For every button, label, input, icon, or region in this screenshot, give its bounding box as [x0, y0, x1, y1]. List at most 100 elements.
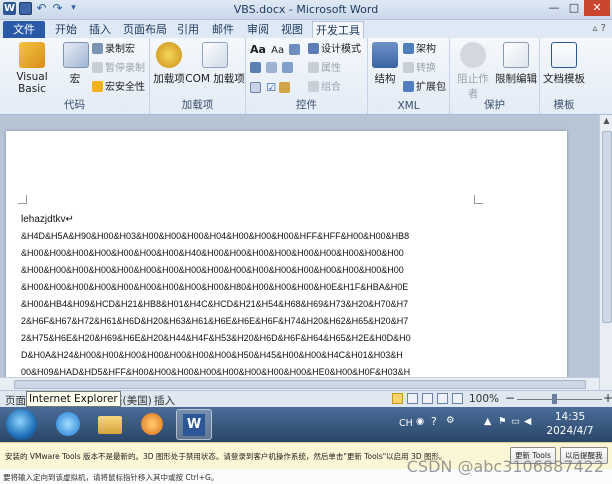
print-layout-view-icon[interactable] — [392, 393, 403, 404]
macro-security-button[interactable]: 宏安全性 — [92, 80, 145, 95]
schema-button[interactable]: 架构 — [403, 42, 436, 57]
show-hidden-icons-icon[interactable]: ▲ — [484, 416, 491, 427]
zoom-in-button[interactable]: + — [603, 391, 612, 405]
group-xml: 结构 架构 转换 扩展包 XML — [368, 38, 450, 114]
warning-icon — [92, 81, 103, 92]
document-line: &H00&H00&H00&H00&H00&H00&H00&H40&H00&H00… — [21, 248, 404, 258]
legacy-controls-row[interactable]: ☑ — [250, 80, 292, 95]
design-mode-button[interactable]: 设计模式 — [308, 42, 361, 57]
tab-references[interactable]: 引用 — [174, 21, 202, 38]
file-explorer-taskbar-icon[interactable] — [92, 409, 128, 440]
settings-tray-icon[interactable]: ⚙ — [446, 415, 455, 426]
structure-icon — [372, 42, 398, 68]
zoom-out-button[interactable]: − — [505, 391, 515, 405]
document-line: &H00&H00&H00&H00&H00&H00&H00&H00&H00&H00… — [21, 265, 404, 275]
tab-home[interactable]: 开始 — [52, 21, 80, 38]
content-controls-row[interactable] — [250, 61, 295, 76]
web-layout-view-icon[interactable] — [422, 393, 433, 404]
pause-recording-button[interactable]: 暂停录制 — [92, 61, 145, 76]
draft-view-icon[interactable] — [452, 393, 463, 404]
tab-view[interactable]: 视图 — [278, 21, 306, 38]
tab-insert[interactable]: 插入 — [86, 21, 114, 38]
minimize-button[interactable]: — — [544, 0, 564, 16]
clock-time: 14:35 — [554, 411, 586, 423]
properties-icon — [308, 62, 319, 73]
ribbon: Visual Basic 宏 录制宏 暂停录制 宏安全性 代码 加载项 COM … — [0, 38, 612, 115]
document-line: &H4D&H5A&H90&H00&H03&H00&H00&H00&H04&H00… — [21, 231, 410, 241]
help-icon[interactable]: ▵ ? — [592, 23, 606, 34]
internet-explorer-taskbar-icon[interactable] — [50, 409, 86, 440]
title-bar: W ↶ ↷ ▾ VBS.docx - Microsoft Word — □ ✕ — [0, 0, 612, 20]
internet-explorer-icon — [56, 412, 80, 436]
building-block-icon — [250, 62, 261, 73]
group-label-controls: 控件 — [296, 99, 317, 111]
pause-icon — [92, 62, 103, 73]
expansion-pack-icon — [403, 81, 414, 92]
insert-mode-indicator[interactable]: 插入 — [154, 393, 175, 408]
rich-text-control-icon: Aa — [250, 43, 266, 56]
media-player-taskbar-icon[interactable] — [134, 409, 170, 440]
vertical-scrollbar[interactable]: ▲ — [599, 115, 612, 392]
group-label-templates: 模板 — [553, 99, 575, 111]
properties-button[interactable]: 属性 — [308, 61, 341, 76]
window-controls: — □ ✕ — [544, 0, 610, 16]
group-button[interactable]: 组合 — [308, 80, 341, 95]
document-template-icon — [551, 42, 577, 68]
com-addins-button[interactable]: COM 加载项 — [185, 42, 245, 86]
record-macro-button[interactable]: 录制宏 — [92, 42, 135, 57]
visual-basic-button[interactable]: Visual Basic — [3, 42, 61, 95]
zoom-level[interactable]: 100% — [469, 393, 499, 405]
structure-button[interactable]: 结构 — [371, 42, 399, 86]
action-center-icon[interactable]: ⚑ — [498, 416, 507, 427]
document-line: &H00&HB4&H09&HCD&H21&HB8&H01&H4C&HCD&H21… — [21, 299, 409, 309]
window-title: VBS.docx - Microsoft Word — [233, 3, 379, 16]
block-authors-button[interactable]: 阻止作者 — [453, 42, 493, 101]
network-icon[interactable]: ▭ — [511, 416, 520, 427]
group-label-xml: XML — [397, 100, 420, 112]
tab-page-layout[interactable]: 页面布局 — [121, 21, 169, 38]
expansion-pack-button[interactable]: 扩展包 — [403, 80, 446, 95]
tab-review[interactable]: 审阅 — [244, 21, 272, 38]
media-player-icon — [141, 413, 163, 435]
tab-file[interactable]: 文件 — [3, 21, 45, 38]
record-macro-icon — [92, 43, 103, 54]
group-templates: 文档模板 模板 — [540, 38, 588, 114]
outline-view-icon[interactable] — [437, 393, 448, 404]
document-template-button[interactable]: 文档模板 — [541, 42, 587, 86]
tooltip: Internet Explorer — [26, 391, 121, 407]
tab-developer[interactable]: 开发工具 — [312, 21, 364, 38]
document-line: 00&H09&HAD&HD5&HFF&H00&H00&H00&H00&H00&H… — [21, 367, 411, 376]
horizontal-scroll-thumb[interactable] — [14, 380, 586, 389]
zoom-slider-thumb[interactable] — [552, 394, 557, 404]
maximize-button[interactable]: □ — [564, 0, 584, 16]
start-button[interactable] — [6, 409, 37, 440]
transform-button[interactable]: 转换 — [403, 61, 436, 76]
group-label-protect: 保护 — [484, 99, 505, 111]
zoom-slider[interactable] — [517, 399, 602, 400]
close-button[interactable]: ✕ — [584, 0, 610, 16]
full-screen-view-icon[interactable] — [407, 393, 418, 404]
page-indicator[interactable]: 页面 — [5, 393, 26, 408]
group-controls: Aa Aa ☑ 设计模式 属性 组合 控件 — [246, 38, 368, 114]
text-controls[interactable]: Aa Aa — [250, 42, 302, 57]
macros-icon — [63, 42, 89, 68]
vm-input-hint-text: 要将输入定向到该虚拟机，请将鼠标指针移入其中或按 Ctrl+G。 — [3, 473, 219, 482]
document-line: 2&H6F&H67&H72&H61&H6D&H20&H63&H61&H6E&H6… — [21, 316, 409, 326]
system-clock[interactable]: 14:35 2024/4/7 — [535, 410, 605, 438]
scroll-up-icon[interactable]: ▲ — [600, 115, 612, 127]
group-code: Visual Basic 宏 录制宏 暂停录制 宏安全性 代码 — [0, 38, 150, 114]
volume-icon[interactable]: ◀ — [524, 416, 531, 427]
ime-icon[interactable]: ◉ — [416, 416, 424, 427]
document-line: &H00&H00&H00&H00&H00&H00&H00&H00&H00&H80… — [21, 282, 409, 292]
addins-button[interactable]: 加载项 — [153, 42, 185, 86]
macros-button[interactable]: 宏 — [63, 42, 89, 86]
help-tray-icon[interactable]: ? — [431, 415, 437, 428]
document-body[interactable]: lehazjdtkv↵ &H4D&H5A&H90&H00&H03&H00&H00… — [21, 211, 471, 376]
word-taskbar-icon[interactable]: W — [176, 409, 212, 440]
language-bar[interactable]: CH — [399, 418, 413, 429]
restrict-editing-button[interactable]: 限制编辑 — [494, 42, 538, 86]
horizontal-scrollbar[interactable] — [0, 377, 599, 390]
tab-mailings[interactable]: 邮件 — [209, 21, 237, 38]
block-authors-icon — [460, 42, 486, 68]
vertical-scroll-thumb[interactable] — [602, 131, 612, 323]
